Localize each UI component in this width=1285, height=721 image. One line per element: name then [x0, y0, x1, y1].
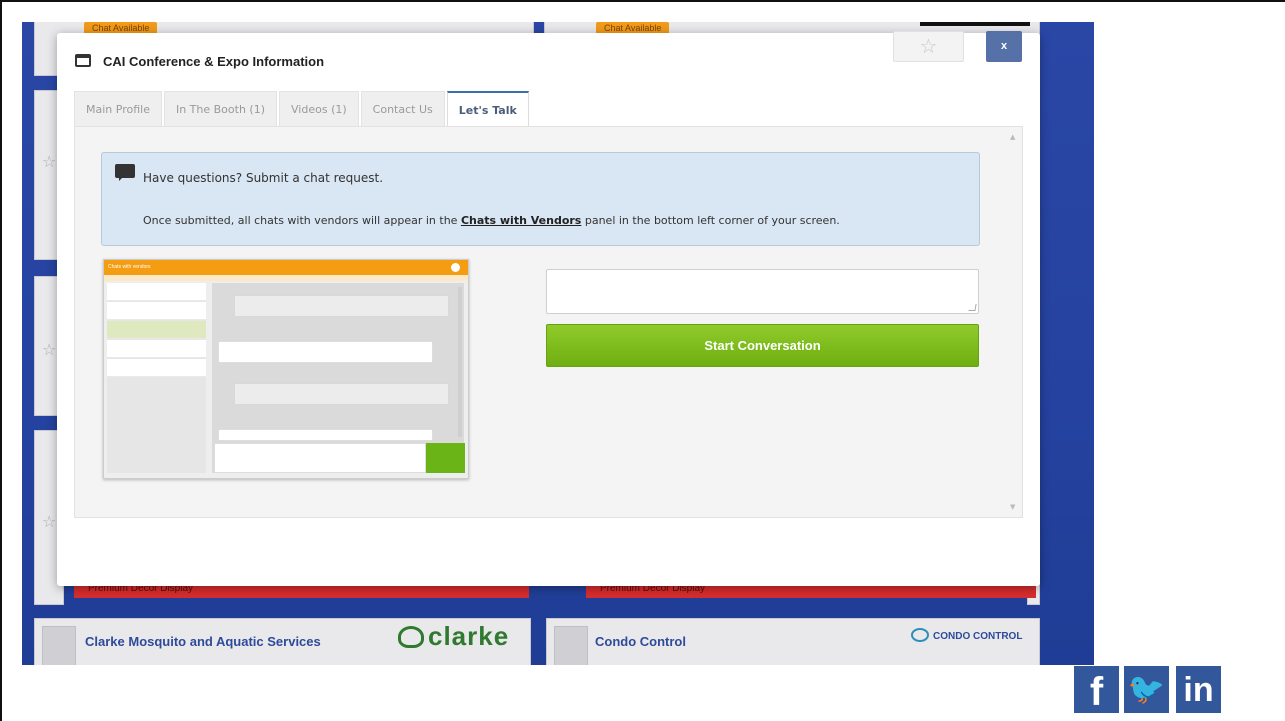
preview-send-button [426, 443, 465, 473]
favorite-button[interactable]: ☆ [893, 31, 964, 62]
favorite-star-icon[interactable]: ☆ [42, 152, 56, 171]
preview-conversation-list [107, 283, 206, 473]
resize-grip-icon[interactable] [968, 304, 977, 311]
vendor-thumbnail [554, 626, 588, 665]
tab-main-profile[interactable]: Main Profile [74, 91, 162, 126]
panel-scrollbar[interactable]: ▲ ▼ [1006, 127, 1022, 517]
linkedin-icon[interactable]: in [1176, 666, 1221, 713]
vendor-name[interactable]: Clarke Mosquito and Aquatic Services [85, 634, 321, 649]
vendor-name[interactable]: Condo Control [595, 634, 686, 649]
lets-talk-panel: Have questions? Submit a chat request. O… [74, 126, 1023, 518]
preview-list-item [107, 340, 206, 358]
preview-message [234, 295, 449, 317]
preview-scrollbar [458, 287, 462, 437]
preview-list-item [107, 359, 206, 377]
favorite-star-icon[interactable]: ☆ [42, 340, 56, 359]
preview-reply [218, 341, 433, 363]
preview-subheader [104, 275, 468, 281]
modal-title: CAI Conference & Expo Information [103, 54, 325, 69]
preview-message [234, 383, 449, 405]
info-description: Once submitted, all chats with vendors w… [143, 214, 840, 227]
clarke-logo: clarke [398, 621, 509, 652]
twitter-icon[interactable]: 🐦 [1124, 666, 1169, 713]
scroll-down-icon[interactable]: ▼ [1010, 503, 1015, 511]
chat-panel-preview-image: Chats with vendors [103, 259, 469, 479]
chats-with-vendors-link[interactable]: Chats with Vendors [461, 214, 581, 227]
preview-header: Chats with vendors [104, 260, 468, 275]
chat-bubble-icon [115, 164, 135, 181]
close-button[interactable]: x [986, 31, 1022, 62]
preview-list-item [107, 283, 206, 301]
tab-in-the-booth[interactable]: In The Booth (1) [163, 91, 278, 126]
preview-list-item [107, 321, 206, 339]
tab-lets-talk[interactable]: Let's Talk [446, 91, 529, 126]
booth-icon [75, 54, 91, 67]
message-textarea[interactable] [546, 269, 979, 314]
tab-videos[interactable]: Videos (1) [279, 91, 359, 126]
vendor-thumbnail [42, 626, 76, 665]
scroll-up-icon[interactable]: ▲ [1010, 133, 1015, 141]
logo-fragment [920, 22, 1030, 26]
condo-control-logo: CONDO CONTROL [911, 628, 1022, 642]
tab-contact-us[interactable]: Contact Us [360, 91, 445, 126]
preview-list-item [107, 302, 206, 320]
preview-input [214, 443, 426, 473]
start-conversation-button[interactable]: Start Conversation [546, 324, 979, 367]
favorite-star-icon[interactable]: ☆ [42, 512, 56, 531]
facebook-icon[interactable]: f [1074, 666, 1119, 714]
info-callout: Have questions? Submit a chat request. O… [101, 152, 980, 246]
vendor-info-modal: CAI Conference & Expo Information ☆ x Ma… [57, 31, 1040, 586]
preview-reply [218, 429, 433, 441]
tab-bar: Main Profile In The Booth (1) Videos (1)… [74, 91, 531, 126]
info-question: Have questions? Submit a chat request. [143, 171, 384, 185]
